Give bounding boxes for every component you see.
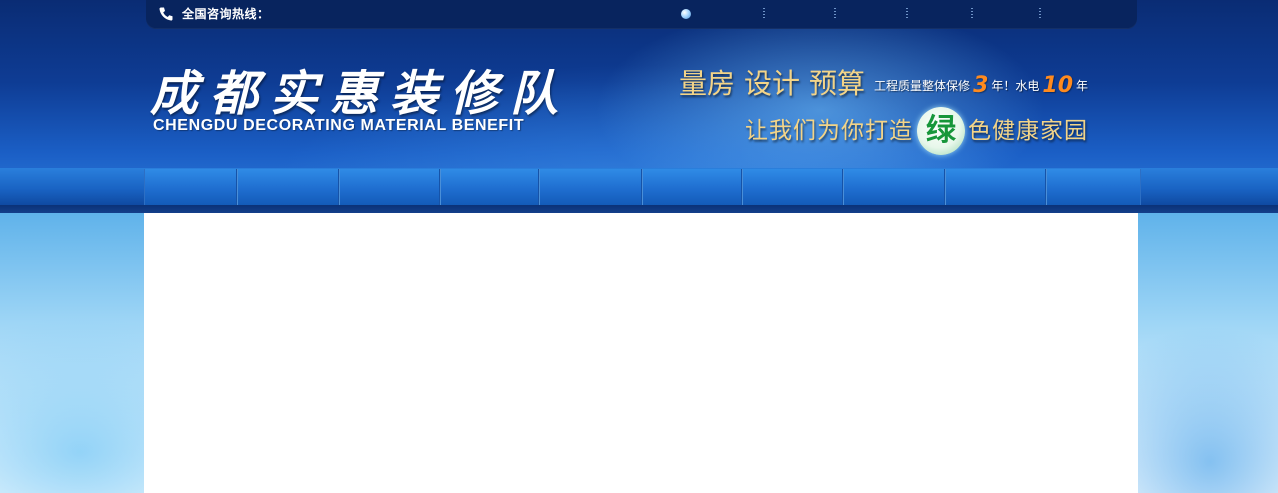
- nav-item[interactable]: [844, 169, 946, 205]
- warranty-mid: 年！水电: [991, 79, 1040, 93]
- green-badge: 绿: [917, 107, 965, 155]
- logo-chinese[interactable]: 成都实惠装修队: [150, 54, 570, 124]
- plumbing-years: 10: [1042, 73, 1074, 98]
- nav-item[interactable]: [238, 169, 340, 205]
- nav-item[interactable]: [946, 169, 1047, 205]
- warranty-years: 3: [973, 73, 989, 98]
- tagline-highlight: 绿: [926, 113, 956, 148]
- main-content: [144, 213, 1138, 493]
- topbar-separator: [1039, 8, 1041, 20]
- nav-item[interactable]: [743, 169, 844, 205]
- nav-item[interactable]: [441, 169, 540, 205]
- header-shadow: [0, 205, 1278, 213]
- service-measure: 量房: [679, 67, 736, 100]
- service-design: 设计: [744, 67, 801, 100]
- service-budget: 预算: [809, 67, 866, 100]
- main-nav: [144, 169, 1141, 205]
- nav-item[interactable]: [1047, 169, 1139, 205]
- topbar-separator: [906, 8, 908, 20]
- topbar-separator: [971, 8, 973, 20]
- nav-item[interactable]: [643, 169, 743, 205]
- hotline-label: 全国咨询热线：: [182, 7, 270, 21]
- bullet-dot-icon: [681, 9, 691, 19]
- warranty-suffix: 年: [1076, 79, 1089, 93]
- nav-item[interactable]: [540, 169, 643, 205]
- warranty-prefix: 工程质量整体保修: [874, 79, 971, 93]
- services-slogan: 量房 设计 预算 工程质量整体保修 3 年！水电 10 年: [679, 61, 1088, 101]
- hotline-bar: 全国咨询热线：: [146, 0, 1137, 29]
- tagline-suffix: 色健康家园: [968, 118, 1088, 144]
- nav-item[interactable]: [340, 169, 441, 205]
- topbar-separator: [834, 8, 836, 20]
- green-home-slogan: 让我们为你打造 绿 色健康家园: [745, 106, 1088, 156]
- topbar-separator: [763, 8, 765, 20]
- nav-item[interactable]: [145, 169, 238, 205]
- tagline-prefix: 让我们为你打造: [745, 118, 913, 144]
- phone-icon: [158, 6, 174, 22]
- logo-english: CHENGDU DECORATING MATERIAL BENEFIT: [153, 117, 525, 134]
